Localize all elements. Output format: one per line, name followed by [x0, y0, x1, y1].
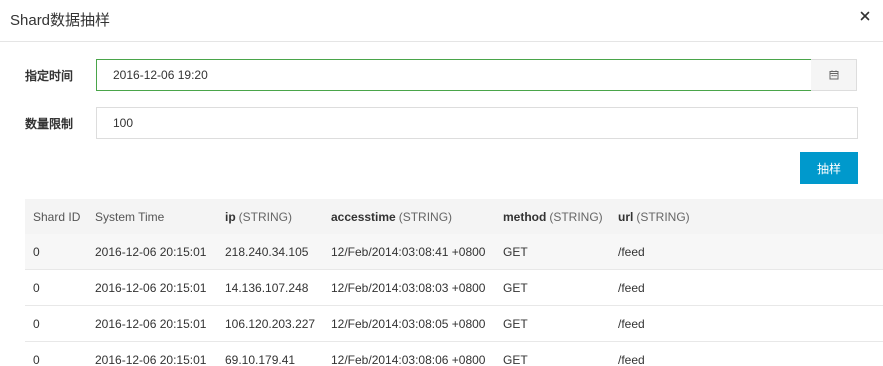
header-system-time: System Time — [95, 199, 164, 234]
cell-method: GET — [503, 316, 528, 331]
cell-ip: 69.10.179.41 — [225, 352, 296, 366]
header-type: (STRING) — [238, 209, 292, 224]
sample-table: Shard ID System Time ip (STRING) accesst… — [25, 199, 883, 366]
header-label: method — [503, 209, 547, 224]
dialog-title: Shard数据抽样 — [10, 12, 111, 29]
cell-ip: 14.136.107.248 — [225, 280, 309, 295]
close-button[interactable] — [857, 8, 873, 24]
cell-system-time: 2016-12-06 20:15:01 — [95, 280, 207, 295]
cell-system-time: 2016-12-06 20:15:01 — [95, 316, 207, 331]
table-header: Shard ID System Time ip (STRING) accesst… — [25, 199, 883, 234]
cell-url: /feed — [618, 244, 645, 259]
time-label: 指定时间 — [25, 69, 74, 83]
cell-shard-id: 0 — [33, 352, 40, 366]
cell-shard-id: 0 — [33, 244, 40, 259]
header-label: accesstime — [331, 209, 396, 224]
cell-method: GET — [503, 352, 528, 366]
cell-url: /feed — [618, 352, 645, 366]
cell-accesstime: 12/Feb/2014:03:08:41 +0800 — [331, 244, 486, 259]
cell-url: /feed — [618, 280, 645, 295]
cell-ip: 106.120.203.227 — [225, 316, 316, 331]
table-row: 0 2016-12-06 20:15:01 106.120.203.227 12… — [25, 306, 883, 342]
header-shard-id: Shard ID — [33, 199, 80, 234]
shard-sampling-dialog: Shard数据抽样 指定时间 2016-12-06 19:20 数量限制 100… — [0, 0, 883, 366]
cell-method: GET — [503, 280, 528, 295]
header-method: method (STRING) — [503, 199, 603, 234]
cell-accesstime: 12/Feb/2014:03:08:05 +0800 — [331, 316, 486, 331]
header-type: (STRING) — [398, 209, 453, 224]
table-row: 0 2016-12-06 20:15:01 218.240.34.105 12/… — [25, 234, 883, 270]
limit-label: 数量限制 — [25, 117, 74, 131]
cell-method: GET — [503, 244, 528, 259]
table-row: 0 2016-12-06 20:15:01 69.10.179.41 12/Fe… — [25, 342, 883, 366]
close-icon — [860, 11, 870, 21]
header-accesstime: accesstime (STRING) — [331, 199, 452, 234]
cell-system-time: 2016-12-06 20:15:01 — [95, 352, 207, 366]
header-url: url (STRING) — [618, 199, 690, 234]
header-ip: ip (STRING) — [225, 199, 292, 234]
header-label: Shard ID — [33, 209, 81, 224]
sample-button[interactable]: 抽样 — [800, 152, 858, 184]
cell-shard-id: 0 — [33, 280, 40, 295]
dialog-header: Shard数据抽样 — [0, 0, 883, 42]
header-label: ip — [225, 209, 236, 224]
cell-accesstime: 12/Feb/2014:03:08:03 +0800 — [331, 280, 486, 295]
cell-shard-id: 0 — [33, 316, 40, 331]
cell-ip: 218.240.34.105 — [225, 244, 309, 259]
cell-accesstime: 12/Feb/2014:03:08:06 +0800 — [331, 352, 486, 366]
header-type: (STRING) — [636, 209, 690, 224]
header-label: url — [618, 209, 634, 224]
cell-system-time: 2016-12-06 20:15:01 — [95, 244, 207, 259]
limit-input[interactable]: 100 — [96, 107, 858, 139]
table-row: 0 2016-12-06 20:15:01 14.136.107.248 12/… — [25, 270, 883, 306]
header-type: (STRING) — [549, 209, 603, 224]
time-input[interactable]: 2016-12-06 19:20 — [96, 59, 812, 91]
calendar-icon — [829, 70, 838, 80]
cell-url: /feed — [618, 316, 645, 331]
calendar-button[interactable] — [811, 59, 857, 91]
header-label: System Time — [95, 209, 165, 224]
